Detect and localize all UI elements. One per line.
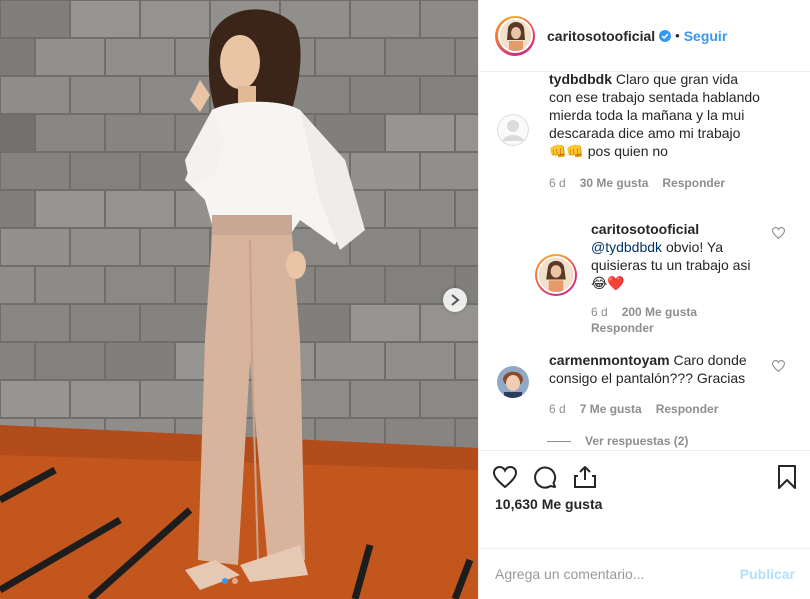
- reply-username[interactable]: caritosotooficial: [591, 221, 699, 237]
- reply-mention[interactable]: @tydbdbdk: [591, 239, 662, 255]
- publish-button[interactable]: Publicar: [740, 566, 795, 582]
- reply-likes[interactable]: 200 Me gusta: [622, 305, 697, 319]
- post-actions: [479, 450, 810, 502]
- default-avatar-icon: [497, 114, 529, 146]
- comment-text-block: tydbdbdk Claro que gran vida con ese tra…: [549, 73, 764, 160]
- comments-list: tydbdbdk Claro que gran vida con ese tra…: [479, 73, 810, 449]
- comment-username[interactable]: carmenmontoyam: [549, 352, 670, 368]
- reply-time[interactable]: 6 d: [591, 305, 608, 319]
- comment-icon: [534, 466, 557, 489]
- next-photo-button[interactable]: [443, 288, 467, 312]
- comment-text-block: carmenmontoyam Caro donde consigo el pan…: [549, 351, 764, 387]
- comment-meta: 6 d 30 Me gusta Responder: [549, 176, 725, 190]
- reply-button[interactable]: Responder: [656, 402, 719, 416]
- likes-count[interactable]: 10,630 Me gusta: [495, 496, 602, 512]
- like-comment-heart-icon[interactable]: [772, 360, 785, 372]
- chevron-right-icon: [451, 294, 460, 306]
- avatar-image: [497, 366, 529, 398]
- carousel-dot: [232, 578, 238, 584]
- avatar-image: [497, 18, 533, 53]
- heart-icon: [493, 465, 517, 488]
- comment-likes[interactable]: 30 Me gusta: [580, 176, 649, 190]
- avatar-image: [537, 256, 575, 294]
- comment-time[interactable]: 6 d: [549, 402, 566, 416]
- profile-avatar[interactable]: [495, 15, 535, 56]
- post-photo[interactable]: [0, 0, 478, 599]
- comment-username[interactable]: tydbdbdk: [549, 73, 612, 87]
- like-reply-heart-icon[interactable]: [772, 227, 785, 239]
- reply-meta: 6 d 200 Me gusta Responder: [591, 305, 731, 335]
- save-button[interactable]: [777, 464, 797, 489]
- commenter-avatar[interactable]: [497, 114, 529, 146]
- comment-text-end: pos quien no: [587, 143, 668, 159]
- follow-button[interactable]: Seguir: [684, 28, 728, 44]
- carousel-dot: [222, 578, 228, 584]
- post-author-username[interactable]: caritosotooficial: [547, 28, 655, 44]
- comment-time[interactable]: 6 d: [549, 176, 566, 190]
- view-replies-button[interactable]: Ver respuestas (2): [585, 434, 688, 448]
- comment-emoji: 👊👊: [549, 143, 584, 159]
- share-button[interactable]: [573, 465, 597, 489]
- post-sidebar: caritosotooficial • Seguir tydbdbdk Clar…: [478, 0, 810, 599]
- photo-illustration: [0, 0, 478, 599]
- post-header: caritosotooficial • Seguir: [479, 0, 810, 72]
- share-icon: [574, 465, 596, 488]
- add-comment-bar: Publicar: [479, 548, 810, 599]
- like-button[interactable]: [493, 465, 517, 488]
- carousel-indicator: [222, 578, 238, 584]
- reply-button[interactable]: Responder: [591, 321, 654, 335]
- comment-button[interactable]: [533, 465, 557, 489]
- comment-input[interactable]: [495, 566, 740, 582]
- reply-divider-line: [547, 441, 571, 442]
- verified-badge-icon: [659, 29, 672, 42]
- header-separator: •: [675, 28, 680, 43]
- commenter-avatar[interactable]: [497, 366, 529, 398]
- reply-emoji: 😂❤️: [591, 275, 625, 291]
- reply-button[interactable]: Responder: [662, 176, 725, 190]
- reply-text-block: caritosotooficial @tydbdbdk obvio! Ya qu…: [591, 220, 761, 292]
- comment-likes[interactable]: 7 Me gusta: [580, 402, 642, 416]
- comment-meta: 6 d 7 Me gusta Responder: [549, 402, 718, 416]
- bookmark-icon: [778, 464, 796, 489]
- reply-avatar[interactable]: [535, 254, 577, 296]
